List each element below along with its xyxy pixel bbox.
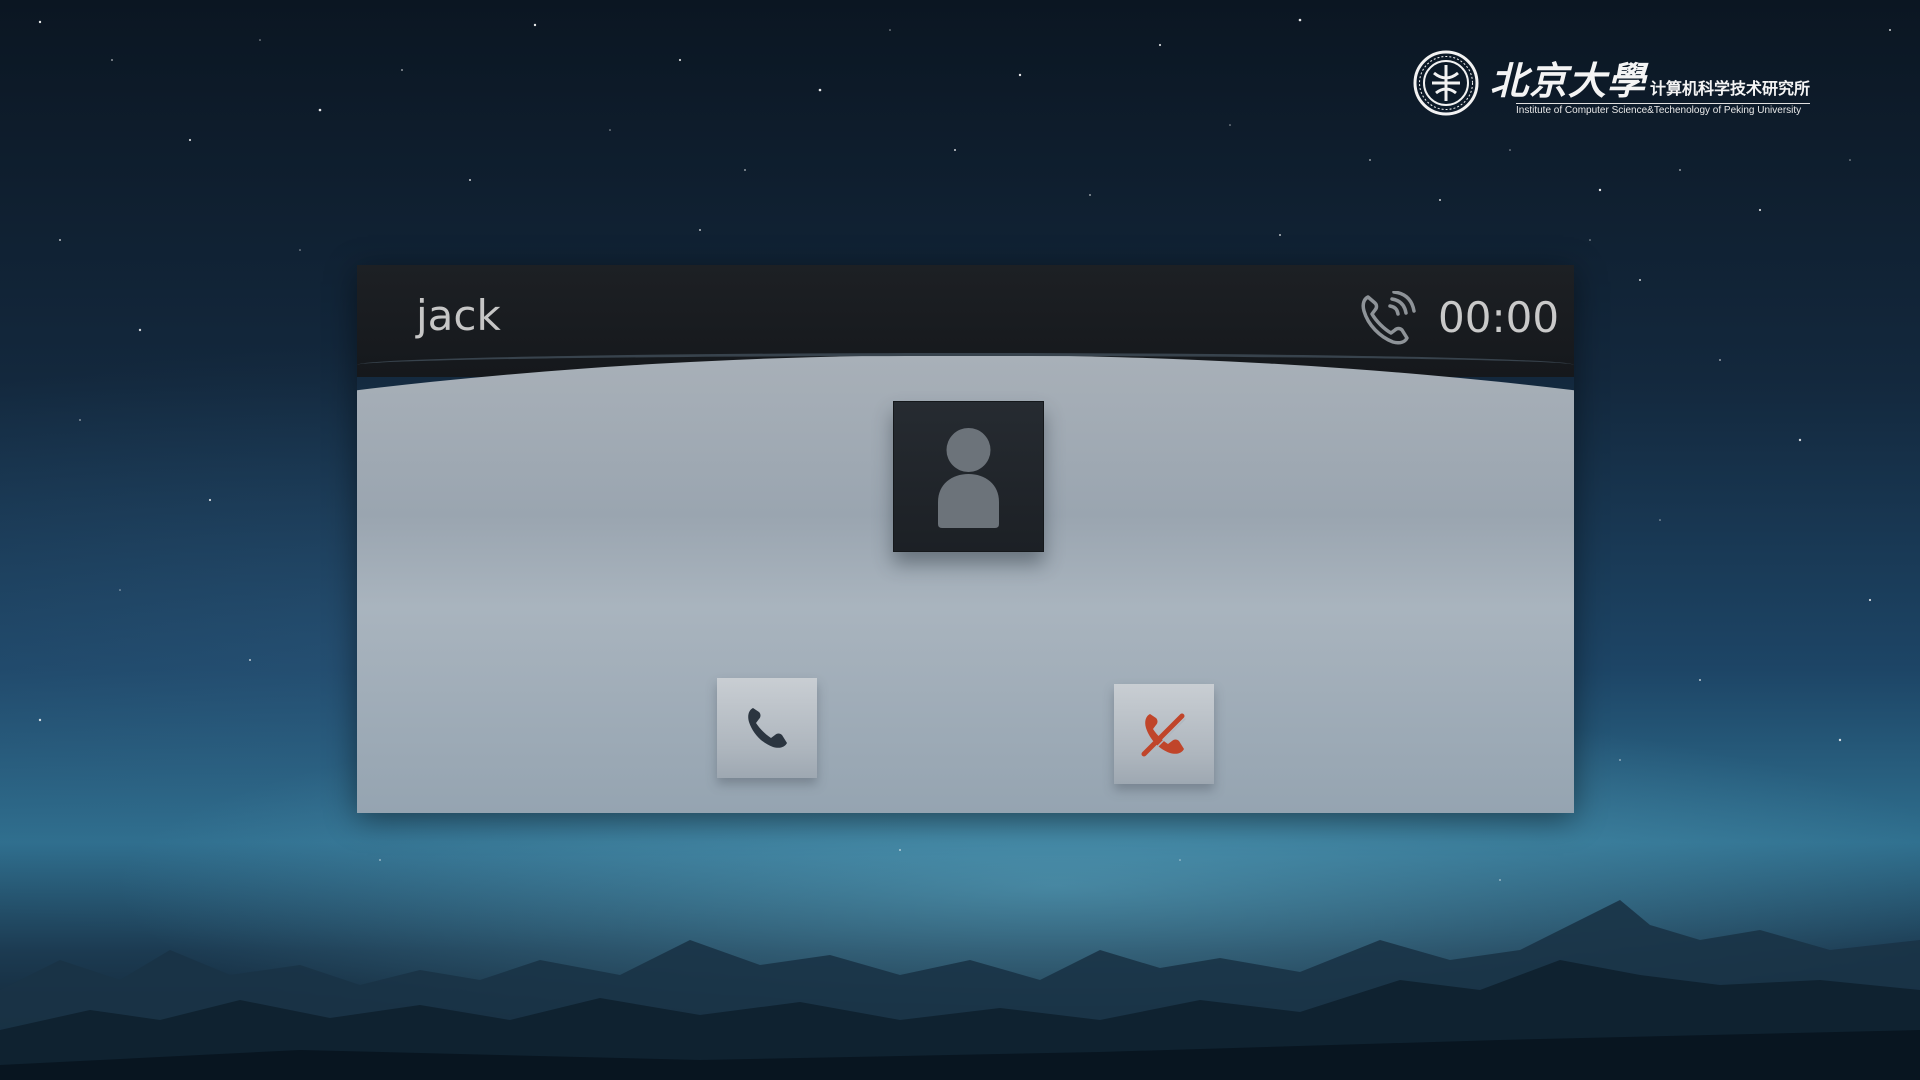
logo-text: 北京大學 计算机科学技术研究所 Institute of Computer Sc… — [1490, 50, 1811, 116]
incoming-call-window: jack 00:00 — [357, 265, 1574, 813]
phone-decline-icon — [1141, 713, 1186, 758]
answer-call-button[interactable] — [717, 678, 817, 778]
university-seal-icon — [1413, 50, 1479, 116]
default-user-avatar-icon — [938, 428, 999, 528]
caller-avatar — [893, 401, 1044, 552]
peking-university-logo: 北京大學 计算机科学技术研究所 Institute of Computer Sc… — [1412, 48, 1892, 118]
call-timer: 00:00 — [1438, 293, 1560, 342]
decline-call-button[interactable] — [1114, 684, 1214, 784]
logo-chinese-title: 北京大學 计算机科学技术研究所 — [1490, 50, 1810, 105]
department-name: 计算机科学技术研究所 — [1650, 79, 1811, 98]
ringing-phone-icon — [1361, 291, 1416, 345]
caller-name: jack — [416, 291, 501, 340]
call-body-rim — [357, 353, 1574, 386]
phone-answer-icon — [748, 708, 787, 748]
university-name: 北京大學 — [1490, 58, 1647, 103]
department-english-name: Institute of Computer Science&Techenolog… — [1516, 103, 1811, 116]
mountain-silhouette — [0, 900, 1920, 1080]
